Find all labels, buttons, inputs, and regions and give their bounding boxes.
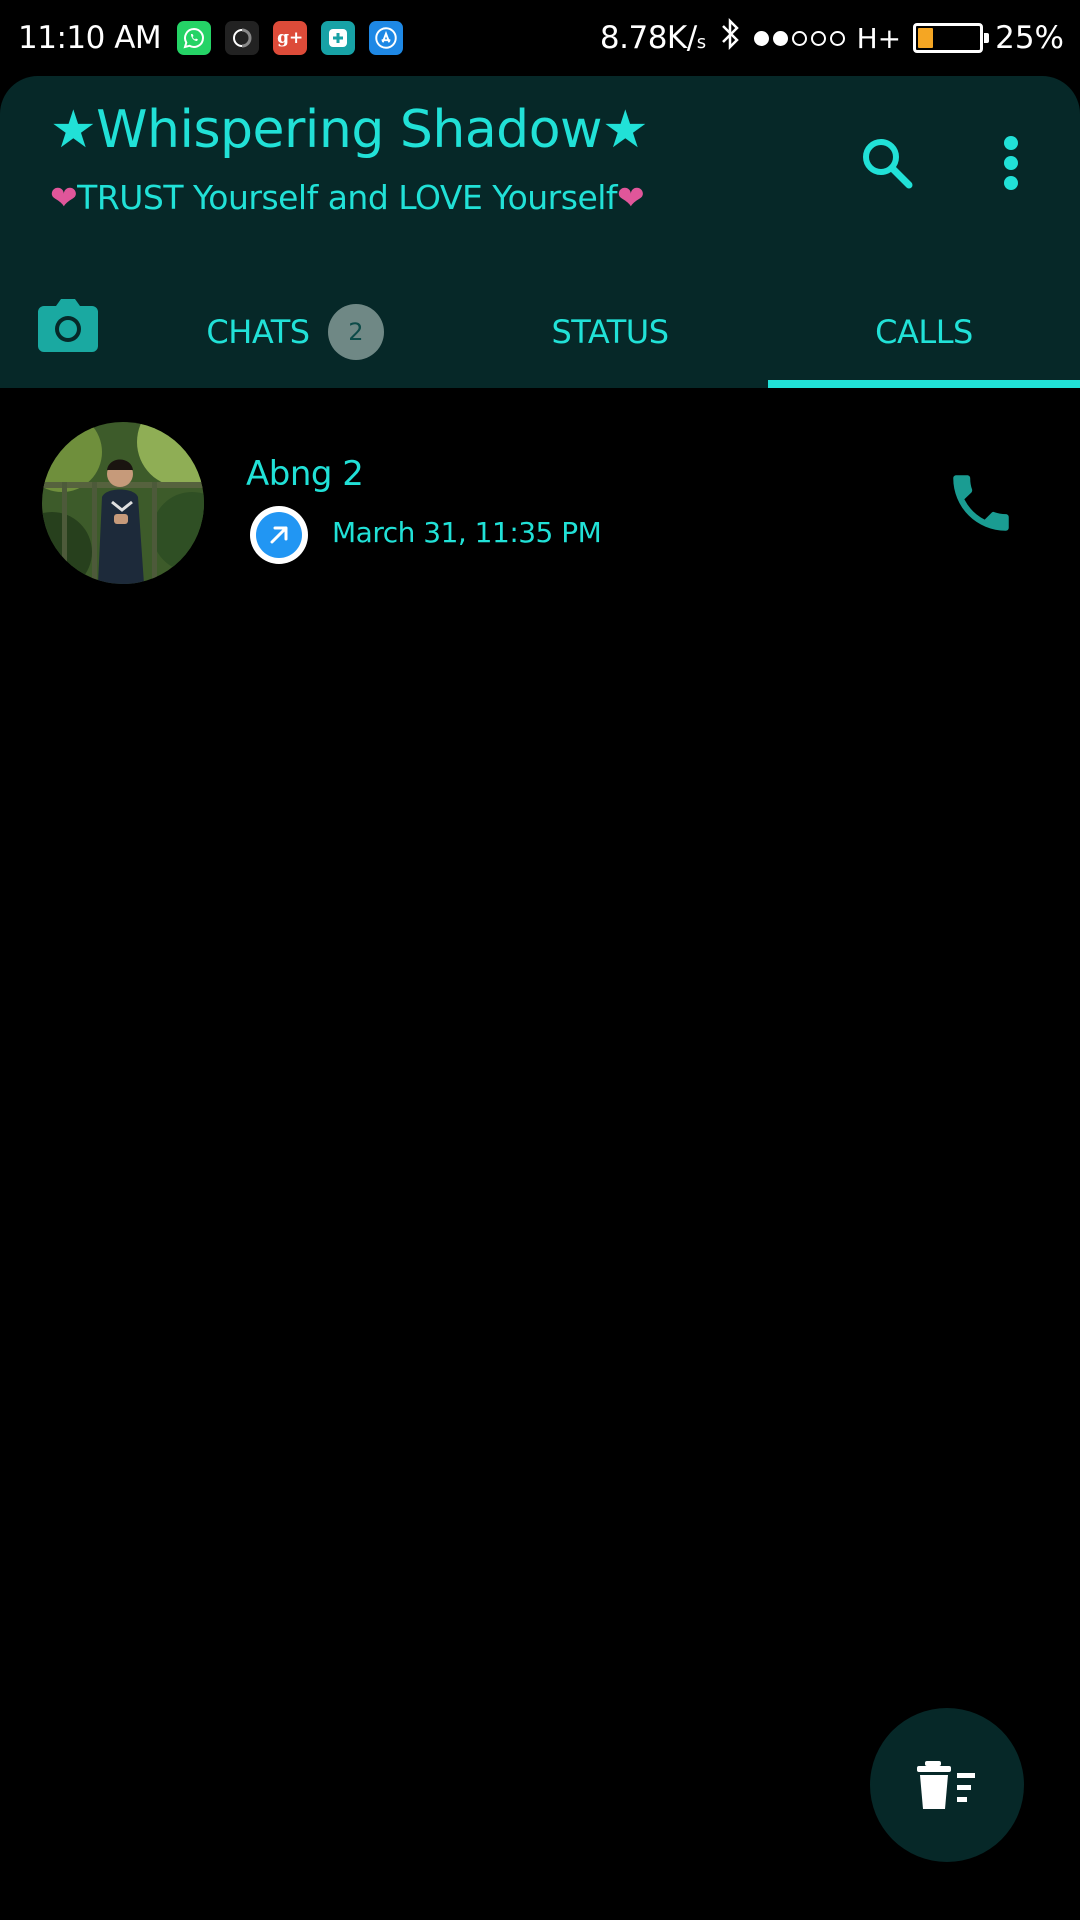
tab-camera[interactable] xyxy=(36,298,106,358)
more-options-button[interactable] xyxy=(986,128,1036,198)
call-log-item[interactable]: Abng 2 March 31, 11:35 PM xyxy=(0,410,1080,590)
phone-icon xyxy=(953,475,1009,531)
call-timestamp: March 31, 11:35 PM xyxy=(332,516,602,549)
more-vertical-icon xyxy=(1004,136,1018,190)
app-title: ★Whispering Shadow★ xyxy=(50,100,649,160)
tab-calls[interactable]: CALLS xyxy=(768,276,1080,388)
app-subtitle: ❤TRUST Yourself and LOVE Yourself❤ xyxy=(50,178,645,217)
clear-call-log-button[interactable] xyxy=(870,1708,1024,1862)
bluetooth-icon xyxy=(718,16,742,60)
tab-bar: CHATS 2 STATUS CALLS xyxy=(0,276,1080,388)
outgoing-call-indicator xyxy=(250,506,308,564)
status-right-group: 8.78K/s H+ 25% xyxy=(600,16,1064,60)
tab-chats[interactable]: CHATS 2 xyxy=(150,276,440,388)
search-icon xyxy=(863,139,913,189)
status-time: 11:10 AM xyxy=(18,20,162,56)
status-bar: 11:10 AM g+ 8.78K/s H+ 25% xyxy=(0,0,1080,76)
clear-call-log-icon xyxy=(917,1761,975,1809)
signal-strength-icon xyxy=(753,30,845,46)
circle-app-icon xyxy=(225,21,260,55)
net-speed: 8.78K/s xyxy=(599,20,706,56)
google-plus-icon: g+ xyxy=(273,21,308,55)
battery-icon xyxy=(913,23,990,53)
tab-status-label: STATUS xyxy=(551,313,669,351)
camera-icon xyxy=(38,299,98,352)
network-type: H+ xyxy=(856,21,902,55)
heart-icon: ❤ xyxy=(50,178,78,217)
avatar[interactable] xyxy=(42,422,204,584)
heart-icon: ❤ xyxy=(617,178,645,217)
subtitle-text: TRUST Yourself and LOVE Yourself xyxy=(77,178,618,217)
contact-name: Abng 2 xyxy=(246,454,364,494)
active-tab-indicator xyxy=(768,380,1080,388)
app-store-icon xyxy=(369,21,404,55)
tab-status[interactable]: STATUS xyxy=(460,276,760,388)
search-button[interactable] xyxy=(852,128,922,198)
unread-badge: 2 xyxy=(327,304,384,360)
arrow-up-right-icon xyxy=(270,526,288,544)
call-button[interactable] xyxy=(944,466,1018,540)
tab-chats-label: CHATS xyxy=(206,313,310,351)
whatsapp-icon xyxy=(177,21,212,55)
add-app-icon xyxy=(321,21,356,55)
app-header: ★Whispering Shadow★ ❤TRUST Yourself and … xyxy=(0,76,1080,388)
battery-percent: 25% xyxy=(995,20,1064,56)
tab-calls-label: CALLS xyxy=(875,313,973,351)
